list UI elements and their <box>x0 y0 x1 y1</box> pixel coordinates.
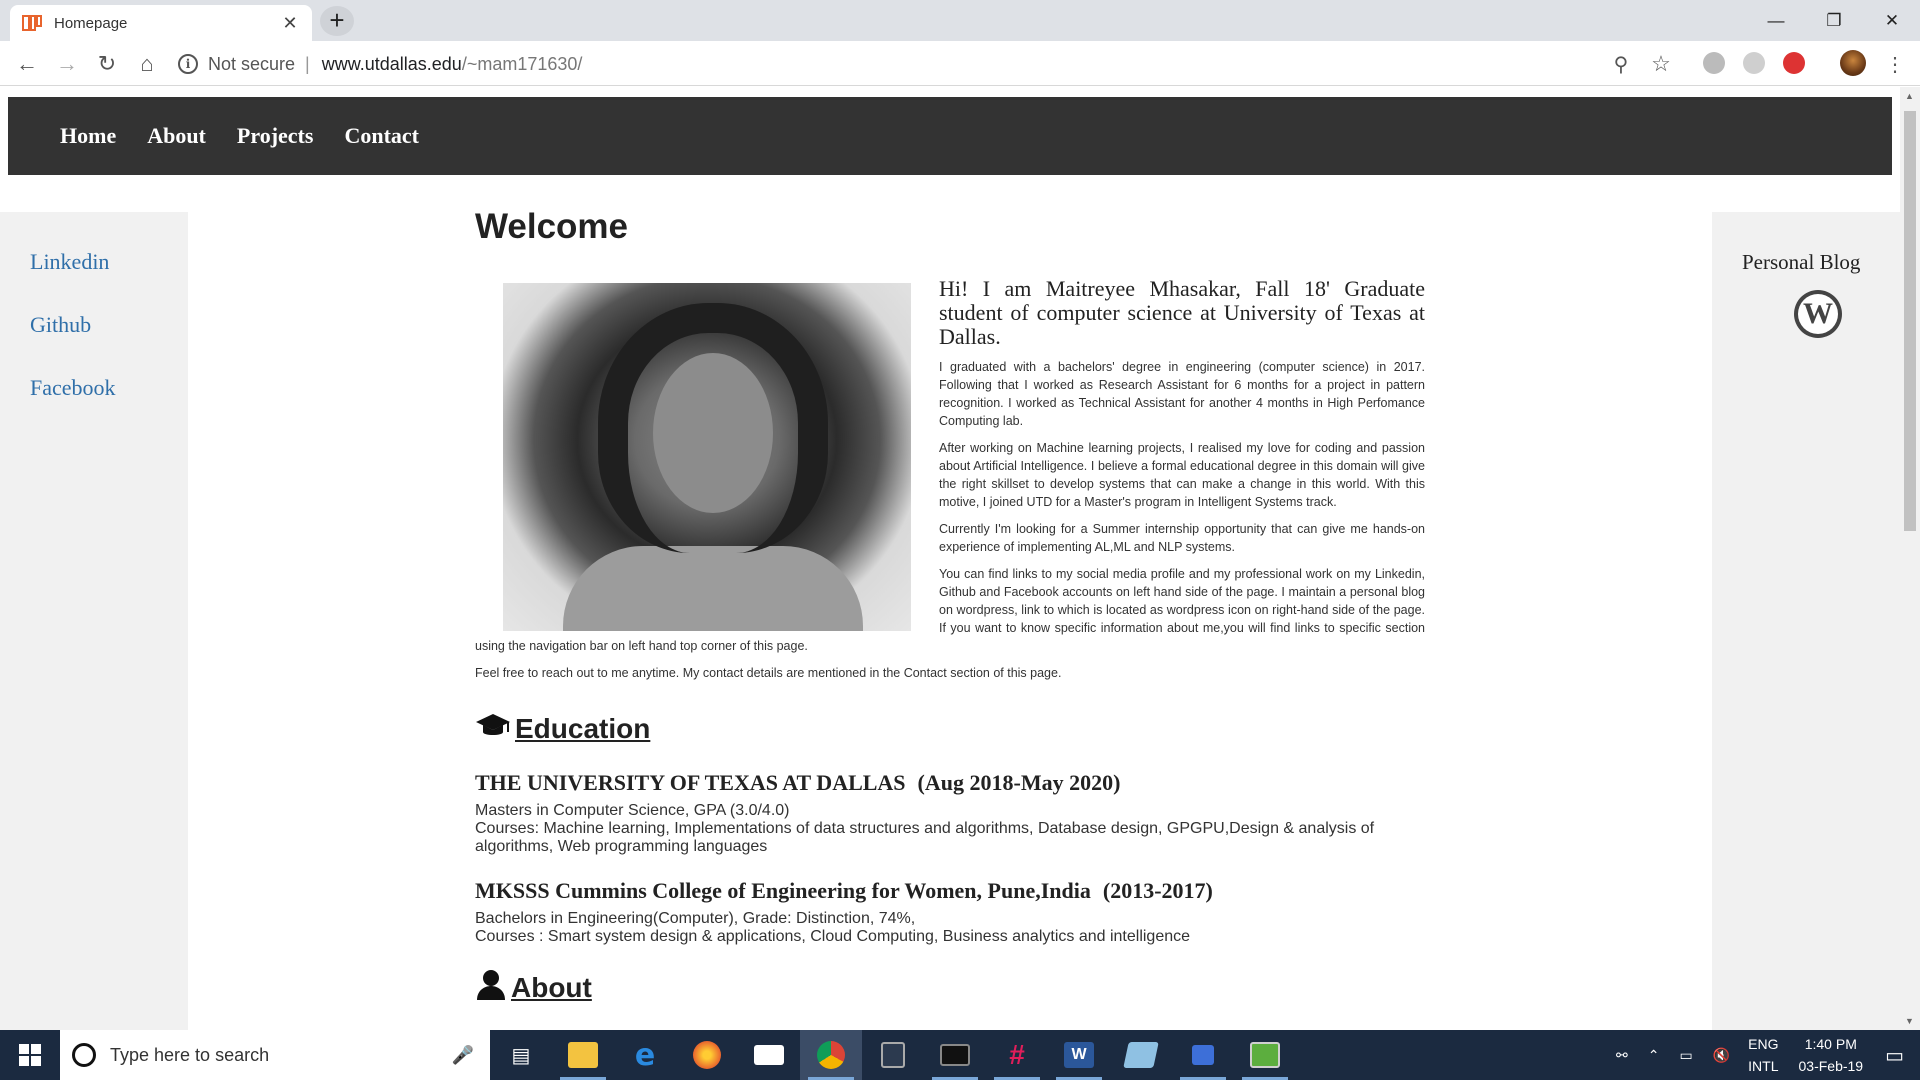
firefox-icon[interactable] <box>676 1030 738 1080</box>
browser-tab-strip: Homepage ✕ + — ❐ ✕ <box>0 0 1920 41</box>
school-name: MKSSS Cummins College of Engineering for… <box>475 878 1091 903</box>
windows-taskbar: Type here to search 🎤 ▤ e # W ⚯ ⌃ ▭ 🔇 EN… <box>0 1030 1920 1080</box>
skype-extension-icon[interactable] <box>1743 52 1765 74</box>
github-link[interactable]: Github <box>30 312 91 338</box>
zoom-icon[interactable]: ⚲ <box>1606 49 1636 79</box>
lang-code: ENG <box>1748 1036 1779 1052</box>
taskbar-clock[interactable]: 1:40 PM 03-Feb-19 <box>1799 1033 1864 1077</box>
education-title[interactable]: Education <box>515 713 650 745</box>
linkedin-link[interactable]: Linkedin <box>30 249 109 275</box>
tab-close-icon[interactable]: ✕ <box>280 13 300 34</box>
address-separator: | <box>305 53 310 74</box>
bio-paragraph: Feel free to reach out to me anytime. My… <box>475 666 1062 680</box>
notification-icon[interactable]: ▭ <box>1885 1043 1904 1068</box>
edu-school-heading: MKSSS Cummins College of Engineering for… <box>475 878 1425 904</box>
cortana-icon <box>72 1043 96 1067</box>
user-icon <box>475 968 507 1008</box>
address-bar[interactable]: i Not secure | www.utdallas.edu/~mam1716… <box>178 46 1668 82</box>
tray-chevron-up-icon[interactable]: ⌃ <box>1648 1047 1660 1064</box>
task-view-icon[interactable]: ▤ <box>490 1030 552 1080</box>
image-app-icon[interactable] <box>1234 1030 1296 1080</box>
right-sidebar: Personal Blog W <box>1712 212 1900 1030</box>
start-button[interactable] <box>0 1030 60 1080</box>
edu-details: Masters in Computer Science, GPA (3.0/4.… <box>475 802 1425 856</box>
profile-avatar[interactable] <box>1840 50 1866 76</box>
site-favicon-icon <box>22 14 42 32</box>
graduation-cap-icon <box>475 710 511 748</box>
url-path: /~mam171630/ <box>461 53 583 74</box>
keyboard-layout: INTL <box>1748 1058 1779 1074</box>
volume-muted-icon[interactable]: 🔇 <box>1713 1047 1730 1064</box>
education-heading: Education <box>475 710 1425 748</box>
site-navbar: Home About Projects Contact <box>8 97 1892 175</box>
windows-logo-icon <box>19 1044 41 1066</box>
word-icon[interactable]: W <box>1048 1030 1110 1080</box>
minimize-button[interactable]: — <box>1747 0 1805 41</box>
browser-toolbar: ← → ↻ ⌂ i Not secure | www.utdallas.edu /… <box>0 41 1920 86</box>
browser-tab[interactable]: Homepage ✕ <box>10 5 312 41</box>
slack-icon[interactable]: # <box>986 1030 1048 1080</box>
back-arrow-icon[interactable]: ← <box>12 49 42 79</box>
page-viewport: Home About Projects Contact Linkedin Git… <box>0 87 1900 1030</box>
nav-projects[interactable]: Projects <box>237 123 314 149</box>
document-app-icon[interactable] <box>862 1030 924 1080</box>
about-heading: About <box>475 968 1425 1008</box>
courses-line: Courses : Smart system design & applicat… <box>475 928 1191 945</box>
scrollbar-thumb[interactable] <box>1904 111 1916 531</box>
chrome-icon[interactable] <box>800 1030 862 1080</box>
not-secure-label: Not secure <box>208 53 296 74</box>
taskbar-search-box[interactable]: Type here to search 🎤 <box>60 1030 490 1080</box>
page-title: Welcome <box>475 207 629 246</box>
scroll-up-icon[interactable]: ▲ <box>1905 91 1914 101</box>
file-explorer-icon[interactable] <box>552 1030 614 1080</box>
school-dates: (2013-2017) <box>1102 878 1213 903</box>
system-tray: ⚯ ⌃ ▭ 🔇 ENG INTL 1:40 PM 03-Feb-19 ▭ <box>1606 1030 1920 1080</box>
nav-about[interactable]: About <box>147 123 206 149</box>
facebook-link[interactable]: Facebook <box>30 375 116 401</box>
microphone-icon[interactable]: 🎤 <box>452 1045 474 1066</box>
network-app-icon[interactable] <box>1172 1030 1234 1080</box>
left-sidebar: Linkedin Github Facebook <box>0 212 188 1030</box>
edu-details: Bachelors in Engineering(Computer), Grad… <box>475 910 1425 946</box>
wordpress-glyph: W <box>1798 294 1838 334</box>
school-dates: (Aug 2018-May 2020) <box>917 770 1121 795</box>
nav-home[interactable]: Home <box>60 123 116 149</box>
people-icon[interactable]: ⚯ <box>1616 1047 1628 1064</box>
edu-school-heading: THE UNIVERSITY OF TEXAS AT DALLAS (Aug 20… <box>475 770 1425 796</box>
page-scrollbar[interactable]: ▲ ▼ <box>1900 87 1920 1030</box>
menu-dots-icon[interactable]: ⋮ <box>1880 49 1910 79</box>
language-indicator[interactable]: ENG INTL <box>1748 1033 1778 1077</box>
search-placeholder: Type here to search <box>110 1044 270 1065</box>
about-title[interactable]: About <box>511 972 592 1004</box>
edge-icon[interactable]: e <box>614 1030 676 1080</box>
window-close-button[interactable]: ✕ <box>1863 0 1920 41</box>
shield-extension-icon[interactable] <box>1783 52 1805 74</box>
battery-icon[interactable]: ▭ <box>1679 1047 1692 1064</box>
wordpress-icon[interactable]: W <box>1794 290 1842 338</box>
degree-line: Masters in Computer Science, GPA (3.0/4.… <box>475 802 790 819</box>
bookmark-star-icon[interactable]: ☆ <box>1646 49 1676 79</box>
degree-line: Bachelors in Engineering(Computer), Grad… <box>475 910 916 927</box>
reload-icon[interactable]: ↻ <box>92 49 122 79</box>
url-host: www.utdallas.edu <box>321 53 462 74</box>
forward-arrow-icon[interactable]: → <box>52 49 82 79</box>
new-tab-button[interactable]: + <box>320 6 354 36</box>
extension-circle-icon[interactable] <box>1703 52 1725 74</box>
restore-button[interactable]: ❐ <box>1805 0 1863 41</box>
clock-date: 03-Feb-19 <box>1798 1058 1864 1074</box>
clock-time: 1:40 PM <box>1804 1036 1857 1052</box>
info-icon[interactable]: i <box>178 54 198 74</box>
scroll-down-icon[interactable]: ▼ <box>1905 1016 1914 1026</box>
personal-blog-label: Personal Blog <box>1742 250 1861 274</box>
terminal-icon[interactable] <box>924 1030 986 1080</box>
home-icon[interactable]: ⌂ <box>132 49 162 79</box>
notepad-icon[interactable] <box>1110 1030 1172 1080</box>
school-name: THE UNIVERSITY OF TEXAS AT DALLAS <box>475 770 906 795</box>
profile-photo <box>503 283 911 631</box>
mail-icon[interactable] <box>738 1030 800 1080</box>
main-content: Welcome Hi! I am Maitreyee Mhasakar, Fal… <box>475 207 1425 1008</box>
courses-line: Courses: Machine learning, Implementatio… <box>475 820 1375 855</box>
nav-contact[interactable]: Contact <box>344 123 419 149</box>
tab-title: Homepage <box>54 14 128 32</box>
